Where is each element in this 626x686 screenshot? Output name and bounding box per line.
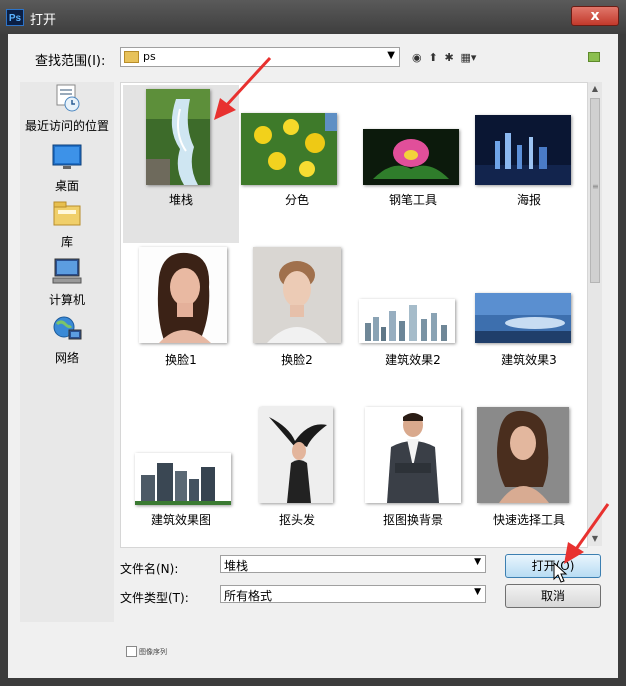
network-icon — [53, 316, 82, 340]
checkbox-label: 图像序列 — [139, 647, 167, 656]
file-item-faceswap2[interactable]: 换脸2 — [239, 243, 355, 401]
cancel-button[interactable]: 取消 — [505, 584, 601, 608]
title-bar[interactable]: Ps 打开 x — [0, 0, 626, 34]
recent-icon — [56, 84, 80, 112]
folder-icon — [124, 51, 139, 63]
file-name: 钢笔工具 — [388, 193, 437, 207]
image-sequence-checkbox[interactable]: 图像序列 — [126, 644, 167, 658]
file-item-arch-render[interactable]: 建筑效果图 — [123, 403, 239, 547]
look-in-label: 查找范围(I): — [35, 54, 106, 69]
file-item-arch2[interactable]: 建筑效果2 — [355, 243, 471, 401]
nav-toolbar: ◉ ⬆ ✱ ▦▾ — [412, 50, 479, 64]
checkbox-box[interactable] — [126, 646, 137, 657]
file-name: 抠图换背景 — [382, 513, 443, 527]
computer-icon — [52, 258, 82, 284]
thumbnail — [139, 247, 227, 343]
place-desktop[interactable]: 桌面 — [20, 142, 114, 194]
up-folder-icon[interactable]: ⬆ — [428, 51, 437, 64]
places-bar: 最近访问的位置 桌面 库 计算机 网络 — [20, 82, 114, 622]
place-label: 网络 — [54, 351, 79, 365]
annotation-arrow-icon — [564, 503, 610, 564]
filename-label: 文件名(N): — [120, 562, 179, 576]
thumbnail — [475, 115, 571, 185]
file-name: 换脸2 — [281, 353, 313, 367]
chevron-down-icon[interactable]: ▼ — [387, 50, 395, 61]
library-icon — [53, 201, 81, 226]
chevron-down-icon[interactable]: ▼ — [474, 587, 481, 597]
thumbnail — [135, 453, 231, 505]
place-label: 桌面 — [54, 179, 79, 193]
place-recent[interactable]: 最近访问的位置 — [20, 82, 114, 134]
place-computer[interactable]: 计算机 — [20, 256, 114, 308]
file-item-arch3[interactable]: 建筑效果3 — [471, 243, 587, 401]
file-name: 堆栈 — [168, 193, 193, 207]
place-label: 最近访问的位置 — [24, 119, 109, 133]
file-item-faceswap1[interactable]: 换脸1 — [123, 243, 239, 401]
place-network[interactable]: 网络 — [20, 314, 114, 366]
file-name: 建筑效果2 — [385, 353, 441, 367]
thumbnail — [259, 407, 333, 503]
thumbnail — [146, 89, 210, 185]
photoshop-icon: Ps — [6, 9, 24, 26]
window-title: 打开 — [30, 13, 57, 28]
file-item-poster[interactable]: 海报 — [471, 85, 587, 243]
file-name: 抠头发 — [278, 513, 315, 527]
file-name: 换脸1 — [165, 353, 197, 367]
file-name: 海报 — [516, 193, 541, 207]
view-menu-icon[interactable]: ▦▾ — [461, 51, 477, 64]
thumbnail — [363, 129, 459, 185]
close-button[interactable]: x — [571, 6, 619, 26]
dialog-body: 查找范围(I): ps ▼ ◉ ⬆ ✱ ▦▾ 最近访问的位置 桌面 库 计算机 … — [8, 34, 618, 678]
look-in-value: ps — [143, 50, 156, 63]
grip-icon: ≡ — [592, 182, 599, 191]
vertical-scrollbar[interactable]: ▲ ≡ ▼ — [588, 82, 602, 546]
file-list[interactable]: 堆栈 分色 钢笔工具 海报 换脸1 换脸2 建筑效果2 建筑效果3 建筑效果图 … — [120, 82, 588, 548]
file-item-hair[interactable]: 抠头发 — [239, 403, 355, 547]
file-item-pen-tool[interactable]: 钢笔工具 — [355, 85, 471, 243]
place-label: 库 — [60, 235, 73, 249]
thumbnail — [477, 407, 569, 503]
thumbnail — [359, 299, 455, 343]
scroll-up-icon[interactable]: ▲ — [588, 82, 602, 96]
thumbnail — [253, 247, 341, 343]
open-dialog: Ps 打开 x 查找范围(I): ps ▼ ◉ ⬆ ✱ ▦▾ 最近访问的位置 桌… — [0, 0, 626, 686]
place-label: 计算机 — [48, 293, 85, 307]
filename-input[interactable]: 堆栈 ▼ — [220, 555, 486, 573]
filetype-value: 所有格式 — [224, 589, 273, 603]
filetype-dropdown[interactable]: 所有格式 ▼ — [220, 585, 486, 603]
filename-value: 堆栈 — [224, 559, 249, 573]
thumbnail — [365, 407, 461, 503]
thumbnail — [475, 293, 571, 343]
folder-green-icon — [588, 52, 600, 62]
desktop-icon — [52, 144, 82, 169]
thumbnail — [241, 113, 337, 185]
back-icon[interactable]: ◉ — [412, 51, 422, 64]
file-item-bg-replace[interactable]: 抠图换背景 — [355, 403, 471, 547]
new-folder-icon[interactable]: ✱ — [444, 51, 453, 64]
chevron-down-icon[interactable]: ▼ — [474, 557, 481, 567]
cursor-icon — [553, 562, 568, 583]
place-library[interactable]: 库 — [20, 198, 114, 250]
file-name: 建筑效果3 — [501, 353, 557, 367]
annotation-arrow-icon — [214, 56, 272, 120]
filetype-label: 文件类型(T): — [120, 591, 189, 605]
file-name: 分色 — [284, 193, 309, 207]
file-name: 建筑效果图 — [150, 513, 211, 527]
